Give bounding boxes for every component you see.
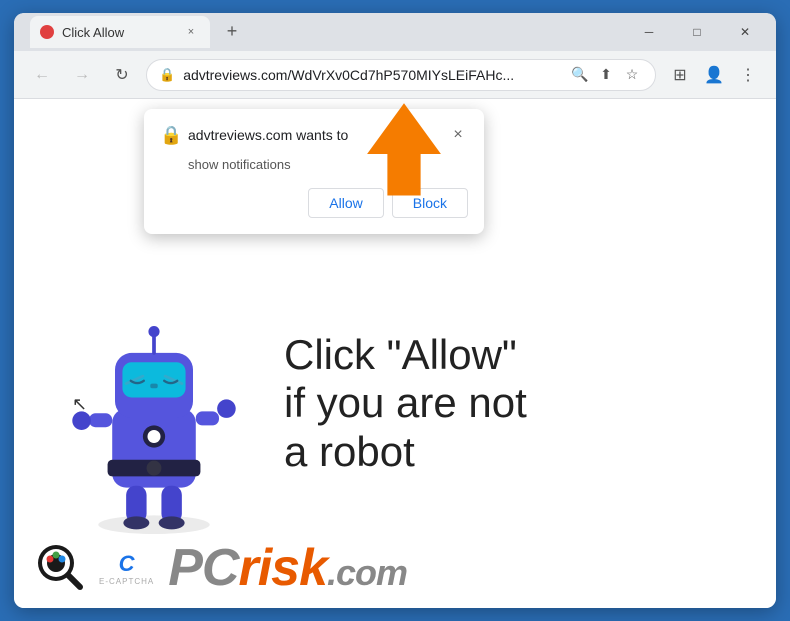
pcrisk-brand: C E-CAPTCHA PCrisk.com — [14, 528, 776, 608]
pcrisk-logo-icon — [34, 541, 89, 596]
menu-button[interactable]: ⋮ — [732, 59, 764, 91]
captcha-message: Click "Allow" if you are not a robot — [284, 331, 746, 476]
close-button[interactable]: ✕ — [722, 16, 768, 48]
ecaptcha-letter: C — [119, 551, 135, 577]
reload-button[interactable]: ↻ — [106, 59, 138, 91]
toolbar-icons: ⊞ 👤 ⋮ — [664, 59, 764, 91]
share-icon-btn[interactable]: ⬆ — [595, 64, 617, 86]
page-content: 🔒 advtreviews.com wants to × show notifi… — [14, 99, 776, 608]
new-tab-button[interactable]: + — [218, 17, 246, 45]
window-controls: ─ □ ✕ — [626, 16, 768, 48]
tab-close-button[interactable]: × — [182, 23, 200, 41]
message-line1: Click "Allow" — [284, 331, 517, 378]
message-line2: if you are not — [284, 379, 527, 426]
orange-arrow-icon — [344, 99, 464, 214]
pcrisk-logo-text: PCrisk.com — [168, 538, 407, 598]
minimize-button[interactable]: ─ — [626, 16, 672, 48]
tab-favicon — [40, 25, 54, 39]
extension-button[interactable]: ⊞ — [664, 59, 696, 91]
dotcom-text: .com — [327, 552, 407, 593]
risk-text: risk — [238, 539, 327, 597]
pc-text: PC — [168, 539, 238, 597]
forward-button[interactable]: → — [66, 59, 98, 91]
search-icon-btn[interactable]: 🔍 — [569, 64, 591, 86]
url-action-icons: 🔍 ⬆ ☆ — [569, 64, 643, 86]
url-text: advtreviews.com/WdVrXv0Cd7hP570MIYsLEiFA… — [183, 67, 561, 83]
bookmark-icon-btn[interactable]: ☆ — [621, 64, 643, 86]
profile-button[interactable]: 👤 — [698, 59, 730, 91]
address-bar: ← → ↻ 🔒 advtreviews.com/WdVrXv0Cd7hP570M… — [14, 51, 776, 99]
popup-site-icon: 🔒 — [160, 125, 180, 145]
maximize-button[interactable]: □ — [674, 16, 720, 48]
message-line3: a robot — [284, 428, 415, 475]
title-bar: Click Allow × + ─ □ ✕ — [14, 13, 776, 51]
tab-title: Click Allow — [62, 25, 174, 40]
url-bar[interactable]: 🔒 advtreviews.com/WdVrXv0Cd7hP570MIYsLEi… — [146, 59, 656, 91]
lock-icon: 🔒 — [159, 67, 175, 83]
browser-window: Click Allow × + ─ □ ✕ ← → ↻ 🔒 advtreview… — [14, 13, 776, 608]
browser-tab[interactable]: Click Allow × — [30, 16, 210, 48]
ecaptcha-label: E-CAPTCHA — [99, 577, 154, 586]
mouse-cursor-icon: ↖ — [72, 394, 87, 415]
back-button[interactable]: ← — [26, 59, 58, 91]
message-area: Click "Allow" if you are not a robot — [264, 331, 746, 476]
